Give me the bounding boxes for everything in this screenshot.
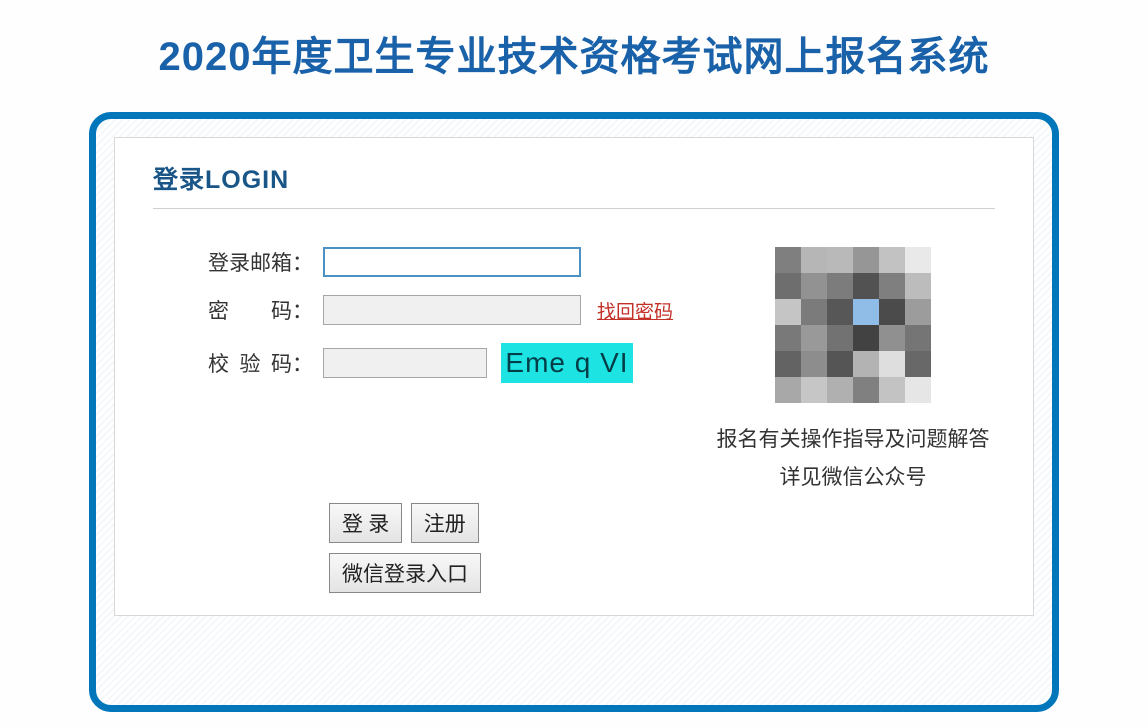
qr-info-line2: 详见微信公众号 — [711, 459, 995, 497]
form-column: 登录邮箱： 密 码： 找回密码 校 验 码： Eme q VI 登 — [153, 247, 673, 593]
wechat-login-button[interactable]: 微信登录入口 — [329, 553, 481, 593]
login-button[interactable]: 登 录 — [329, 503, 402, 543]
register-button[interactable]: 注册 — [411, 503, 479, 543]
captcha-row: 校 验 码： Eme q VI — [157, 343, 673, 383]
button-row-2: 微信登录入口 — [157, 553, 673, 593]
qr-column: 报名有关操作指导及问题解答 详见微信公众号 — [673, 247, 995, 593]
qr-code-icon — [775, 247, 931, 403]
login-panel: 登录LOGIN 登录邮箱： 密 码： 找回密码 校 验 码： — [114, 137, 1034, 616]
password-label: 密 码： — [157, 295, 317, 325]
captcha-input[interactable] — [323, 348, 487, 378]
main-panel: 登录LOGIN 登录邮箱： 密 码： 找回密码 校 验 码： — [89, 112, 1059, 712]
password-input[interactable] — [323, 295, 581, 325]
password-row: 密 码： 找回密码 — [157, 295, 673, 325]
button-row: 登 录 注册 — [157, 503, 673, 543]
login-body: 登录邮箱： 密 码： 找回密码 校 验 码： Eme q VI 登 — [153, 217, 995, 593]
email-label: 登录邮箱： — [157, 247, 317, 277]
captcha-image[interactable]: Eme q VI — [501, 343, 633, 383]
qr-info-line1: 报名有关操作指导及问题解答 — [711, 421, 995, 459]
login-header: 登录LOGIN — [153, 160, 995, 209]
email-row: 登录邮箱： — [157, 247, 673, 277]
page-title: 2020年度卫生专业技术资格考试网上报名系统 — [0, 0, 1148, 112]
email-input[interactable] — [323, 247, 581, 277]
forgot-password-link[interactable]: 找回密码 — [597, 297, 673, 324]
captcha-label: 校 验 码： — [157, 348, 317, 378]
